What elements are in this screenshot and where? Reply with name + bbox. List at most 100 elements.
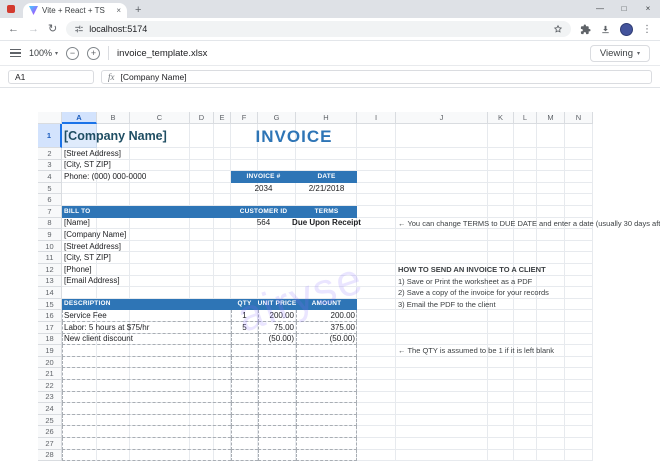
cell-H22[interactable] xyxy=(296,380,357,392)
cell-J6[interactable] xyxy=(396,194,488,206)
cell-L5[interactable] xyxy=(514,183,537,195)
cell-L10[interactable] xyxy=(514,241,537,253)
cell-H14[interactable] xyxy=(296,287,357,299)
cell-D14[interactable] xyxy=(190,287,214,299)
cell-K9[interactable] xyxy=(488,229,514,241)
cell-N16[interactable] xyxy=(565,310,593,322)
cell-A22[interactable] xyxy=(62,380,97,392)
column-header-I[interactable]: I xyxy=(357,112,396,124)
cell-L7[interactable] xyxy=(514,206,537,218)
cell-H16[interactable]: 200.00 xyxy=(296,310,357,322)
zoom-control[interactable]: 100% ▾ xyxy=(29,48,58,58)
cell-G17[interactable]: 75.00 xyxy=(258,322,296,334)
cell-D26[interactable] xyxy=(190,426,214,438)
cell-J25[interactable] xyxy=(396,415,488,427)
cell-E6[interactable] xyxy=(214,194,231,206)
cell-N3[interactable] xyxy=(565,160,593,172)
cell-F1[interactable]: INVOICE xyxy=(231,124,357,148)
cell-I14[interactable] xyxy=(357,287,396,299)
cell-B5[interactable] xyxy=(97,183,130,195)
cell-N21[interactable] xyxy=(565,368,593,380)
cell-F16[interactable]: 1 xyxy=(231,310,258,322)
cell-E24[interactable] xyxy=(214,403,231,415)
cell-C22[interactable] xyxy=(130,380,190,392)
cell-I3[interactable] xyxy=(357,160,396,172)
cell-A25[interactable] xyxy=(62,415,97,427)
cell-H2[interactable] xyxy=(296,148,357,160)
cell-H24[interactable] xyxy=(296,403,357,415)
cell-I24[interactable] xyxy=(357,403,396,415)
cell-I11[interactable] xyxy=(357,252,396,264)
cell-L21[interactable] xyxy=(514,368,537,380)
cell-J22[interactable] xyxy=(396,380,488,392)
maximize-button[interactable]: □ xyxy=(612,0,636,18)
cell-B14[interactable] xyxy=(97,287,130,299)
cell-K21[interactable] xyxy=(488,368,514,380)
cell-D6[interactable] xyxy=(190,194,214,206)
cell-F13[interactable] xyxy=(231,276,258,288)
row-header-14[interactable]: 14 xyxy=(38,287,62,299)
cell-D22[interactable] xyxy=(190,380,214,392)
cell-L18[interactable] xyxy=(514,334,537,346)
cell-A28[interactable] xyxy=(62,450,97,462)
cell-J12[interactable]: HOW TO SEND AN INVOICE TO A CLIENT xyxy=(396,264,593,276)
cell-M25[interactable] xyxy=(537,415,565,427)
cell-H21[interactable] xyxy=(296,368,357,380)
cell-B23[interactable] xyxy=(97,392,130,404)
row-header-7[interactable]: 7 xyxy=(38,206,62,218)
cell-B19[interactable] xyxy=(97,345,130,357)
cell-L24[interactable] xyxy=(514,403,537,415)
cell-K10[interactable] xyxy=(488,241,514,253)
cell-K2[interactable] xyxy=(488,148,514,160)
cell-F14[interactable] xyxy=(231,287,258,299)
cell-J19[interactable]: ← The QTY is assumed to be 1 if it is le… xyxy=(396,345,593,357)
cell-H18[interactable]: (50.00) xyxy=(296,334,357,346)
cell-J3[interactable] xyxy=(396,160,488,172)
cell-M17[interactable] xyxy=(537,322,565,334)
column-header-K[interactable]: K xyxy=(488,112,514,124)
row-header-2[interactable]: 2 xyxy=(38,148,62,160)
cell-A10[interactable]: [Street Address] xyxy=(62,241,231,253)
cell-D19[interactable] xyxy=(190,345,214,357)
cell-K7[interactable] xyxy=(488,206,514,218)
cell-E14[interactable] xyxy=(214,287,231,299)
column-header-G[interactable]: G xyxy=(258,112,296,124)
cell-J23[interactable] xyxy=(396,392,488,404)
cell-J26[interactable] xyxy=(396,426,488,438)
cell-F22[interactable] xyxy=(231,380,258,392)
profile-avatar[interactable] xyxy=(620,23,633,36)
row-header-9[interactable]: 9 xyxy=(38,229,62,241)
cell-G25[interactable] xyxy=(258,415,296,427)
cell-E21[interactable] xyxy=(214,368,231,380)
cell-C6[interactable] xyxy=(130,194,190,206)
cell-N2[interactable] xyxy=(565,148,593,160)
cell-G2[interactable] xyxy=(258,148,296,160)
cell-A20[interactable] xyxy=(62,357,97,369)
cell-M10[interactable] xyxy=(537,241,565,253)
cell-I6[interactable] xyxy=(357,194,396,206)
cell-C28[interactable] xyxy=(130,450,190,462)
cell-F8[interactable]: 564 xyxy=(231,218,296,230)
cell-A13[interactable]: [Email Address] xyxy=(62,276,231,288)
cell-G26[interactable] xyxy=(258,426,296,438)
cell-G28[interactable] xyxy=(258,450,296,462)
forward-icon[interactable]: → xyxy=(28,24,39,35)
cell-N1[interactable] xyxy=(565,124,593,148)
row-header-16[interactable]: 16 xyxy=(38,310,62,322)
cell-I4[interactable] xyxy=(357,171,396,183)
cell-A9[interactable]: [Company Name] xyxy=(62,229,231,241)
cell-C26[interactable] xyxy=(130,426,190,438)
cell-L16[interactable] xyxy=(514,310,537,322)
cell-F12[interactable] xyxy=(231,264,258,276)
cell-M4[interactable] xyxy=(537,171,565,183)
row-header-27[interactable]: 27 xyxy=(38,438,62,450)
cell-G21[interactable] xyxy=(258,368,296,380)
cell-N11[interactable] xyxy=(565,252,593,264)
cell-K3[interactable] xyxy=(488,160,514,172)
minimize-button[interactable]: — xyxy=(588,0,612,18)
url-text[interactable]: localhost:5174 xyxy=(89,24,147,34)
cell-N5[interactable] xyxy=(565,183,593,195)
cell-K22[interactable] xyxy=(488,380,514,392)
cell-H5[interactable]: 2/21/2018 xyxy=(296,183,357,195)
cell-I20[interactable] xyxy=(357,357,396,369)
